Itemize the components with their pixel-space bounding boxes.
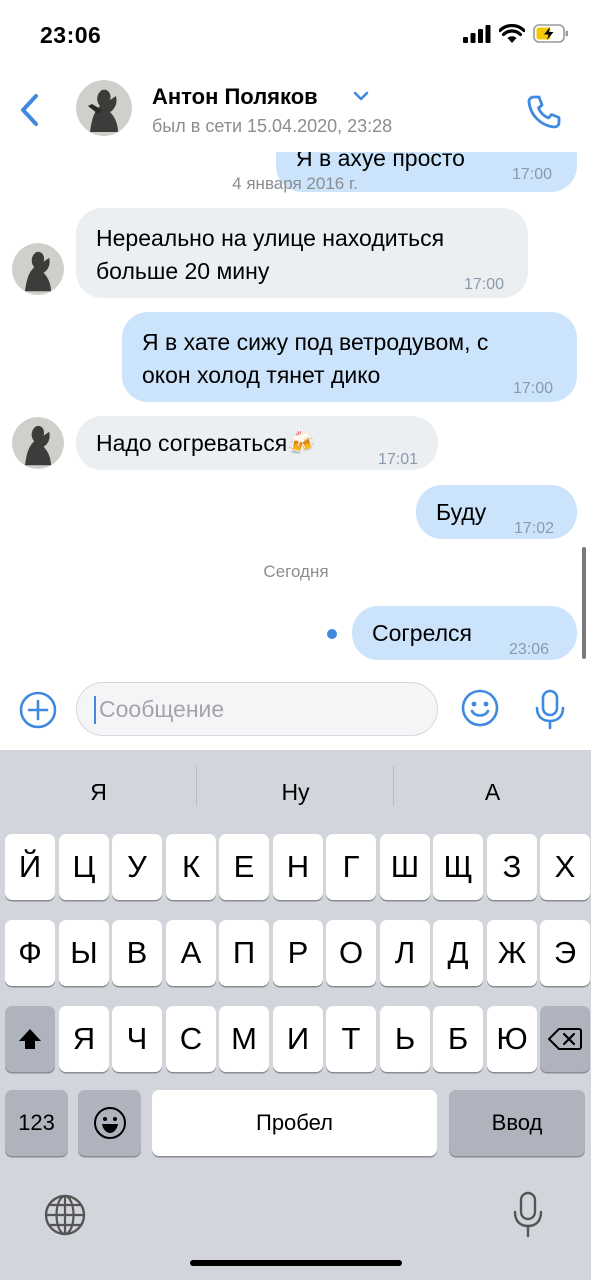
shift-arrow-icon bbox=[19, 1029, 41, 1049]
suggestion-1[interactable]: Я bbox=[0, 750, 197, 834]
backspace-key[interactable] bbox=[540, 1006, 590, 1072]
key[interactable]: Д bbox=[433, 920, 483, 986]
key[interactable]: Г bbox=[326, 834, 376, 900]
emoji-smile-icon[interactable] bbox=[460, 688, 500, 728]
signal-icon bbox=[463, 24, 491, 43]
scrollbar[interactable] bbox=[582, 547, 586, 659]
dictation-mic-icon[interactable] bbox=[508, 1190, 548, 1240]
message-time: 17:00 bbox=[513, 380, 554, 397]
status-bar: 23:06 bbox=[0, 0, 591, 70]
wifi-icon bbox=[499, 24, 525, 43]
key[interactable]: Е bbox=[219, 834, 269, 900]
status-icons bbox=[463, 24, 569, 43]
key[interactable]: Ь bbox=[380, 1006, 430, 1072]
message-time: 17:01 bbox=[378, 451, 419, 468]
suggestion-2[interactable]: Ну bbox=[197, 750, 394, 834]
key[interactable]: Ч bbox=[112, 1006, 162, 1072]
key[interactable]: З bbox=[487, 834, 537, 900]
key[interactable]: Ю bbox=[487, 1006, 537, 1072]
message-text: Буду bbox=[436, 499, 487, 525]
key[interactable]: Щ bbox=[433, 834, 483, 900]
sender-avatar[interactable] bbox=[12, 417, 64, 469]
message-time: 17:02 bbox=[514, 520, 555, 537]
battery-charging-icon bbox=[533, 24, 568, 43]
chevron-down-icon[interactable] bbox=[352, 90, 370, 102]
message-text: Я в хате сижу под ветродувом, с окон хол… bbox=[142, 329, 489, 388]
message-placeholder: Сообщение bbox=[99, 696, 225, 722]
status-time: 23:06 bbox=[40, 22, 102, 48]
key[interactable]: У bbox=[112, 834, 162, 900]
microphone-icon[interactable] bbox=[530, 688, 570, 730]
message-bubble-outgoing[interactable]: Согрелся 23:06 bbox=[352, 606, 577, 660]
message-text: Нереально на улице находиться больше 20 … bbox=[96, 225, 445, 284]
unread-indicator bbox=[327, 629, 337, 639]
space-key[interactable]: Пробел bbox=[152, 1090, 437, 1156]
message-history[interactable]: Я в ахуе просто 17:00 4 января 2016 г. Н… bbox=[0, 152, 591, 670]
message-body: Надо согреваться bbox=[96, 430, 288, 456]
key[interactable]: Н bbox=[273, 834, 323, 900]
message-time: 23:06 bbox=[509, 641, 550, 658]
chat-header: Антон Поляков был в сети 15.04.2020, 23:… bbox=[0, 70, 591, 152]
date-separator: Сегодня bbox=[263, 562, 329, 581]
keyboard: Я Ну А Й Ц У К Е Н Г Ш Щ З Х Ф Ы В А П Р… bbox=[0, 750, 591, 1280]
suggestion-3[interactable]: А bbox=[394, 750, 591, 834]
globe-icon[interactable] bbox=[42, 1192, 88, 1238]
key[interactable]: М bbox=[219, 1006, 269, 1072]
key[interactable]: Э bbox=[540, 920, 590, 986]
message-bubble-incoming[interactable]: Надо согреваться🍻 17:01 bbox=[76, 416, 438, 470]
message-text: Согрелся bbox=[372, 620, 472, 646]
backspace-icon bbox=[548, 1028, 582, 1050]
shift-key[interactable] bbox=[5, 1006, 55, 1072]
home-indicator[interactable] bbox=[190, 1260, 402, 1266]
add-attachment-icon[interactable] bbox=[18, 690, 58, 730]
key[interactable]: К bbox=[166, 834, 216, 900]
key[interactable]: Й bbox=[5, 834, 55, 900]
message-bubble-incoming[interactable]: Нереально на улице находиться больше 20 … bbox=[76, 208, 528, 298]
key[interactable]: Ш bbox=[380, 834, 430, 900]
composer-bar: Сообщение bbox=[0, 670, 591, 750]
key[interactable]: Х bbox=[540, 834, 590, 900]
contact-avatar[interactable] bbox=[76, 80, 132, 136]
key[interactable]: С bbox=[166, 1006, 216, 1072]
message-bubble-outgoing[interactable]: Я в хате сижу под ветродувом, с окон хол… bbox=[122, 312, 577, 402]
key[interactable]: А bbox=[166, 920, 216, 986]
key[interactable]: Л bbox=[380, 920, 430, 986]
key[interactable]: Я bbox=[59, 1006, 109, 1072]
message-input[interactable]: Сообщение bbox=[76, 682, 438, 736]
sender-avatar[interactable] bbox=[12, 243, 64, 295]
contact-name[interactable]: Антон Поляков bbox=[152, 84, 318, 110]
key[interactable]: Ц bbox=[59, 834, 109, 900]
key[interactable]: Ы bbox=[59, 920, 109, 986]
numbers-key[interactable]: 123 bbox=[5, 1090, 68, 1156]
key[interactable]: Ф bbox=[5, 920, 55, 986]
key[interactable]: И bbox=[273, 1006, 323, 1072]
phone-icon[interactable] bbox=[524, 92, 564, 132]
message-time: 17:00 bbox=[512, 166, 553, 183]
message-bubble-outgoing[interactable]: Буду 17:02 bbox=[416, 485, 577, 539]
contact-last-seen: был в сети 15.04.2020, 23:28 bbox=[152, 116, 393, 136]
key[interactable]: Т bbox=[326, 1006, 376, 1072]
back-arrow-icon[interactable] bbox=[14, 90, 46, 130]
key[interactable]: Р bbox=[273, 920, 323, 986]
beer-mugs-emoji: 🍻 bbox=[287, 430, 316, 456]
key[interactable]: В bbox=[112, 920, 162, 986]
text-cursor bbox=[94, 696, 96, 724]
emoji-smile-icon bbox=[93, 1107, 126, 1139]
key[interactable]: Ж bbox=[487, 920, 537, 986]
message-text: Надо согреваться🍻 bbox=[96, 427, 316, 460]
return-key[interactable]: Ввод bbox=[449, 1090, 585, 1156]
emoji-key[interactable] bbox=[78, 1090, 141, 1156]
key[interactable]: П bbox=[219, 920, 269, 986]
key[interactable]: О bbox=[326, 920, 376, 986]
date-separator: 4 января 2016 г. bbox=[232, 174, 358, 193]
message-time: 17:00 bbox=[464, 276, 505, 293]
key[interactable]: Б bbox=[433, 1006, 483, 1072]
message-text: Я в ахуе просто bbox=[296, 152, 465, 171]
